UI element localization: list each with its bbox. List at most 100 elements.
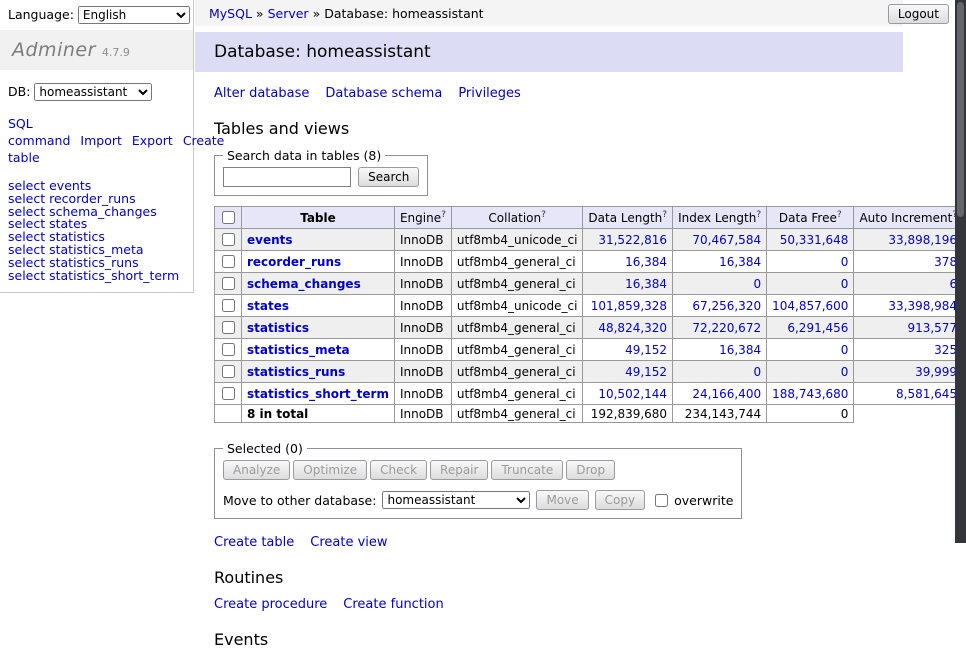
auto-increment-link[interactable]: 913,577	[907, 321, 957, 335]
data-length-link[interactable]: 49,152	[625, 365, 667, 379]
language-select[interactable]: English	[78, 6, 190, 24]
db-selector-row: DB:homeassistant	[0, 70, 193, 101]
sidebar-item-select-statistics-short-term[interactable]: select statistics_short_term	[8, 270, 185, 283]
engine-cell: InnoDB	[394, 361, 451, 383]
col-header-data-length: Data Length?	[583, 207, 673, 229]
copy-button[interactable]: Copy	[595, 490, 645, 510]
table-name-link[interactable]: statistics_short_term	[247, 387, 389, 401]
breadcrumb-server-link[interactable]: Server	[268, 6, 309, 21]
index-length-link[interactable]: 0	[753, 277, 761, 291]
data-free-link[interactable]: 104,857,600	[772, 299, 848, 313]
table-name-link[interactable]: recorder_runs	[247, 255, 341, 269]
table-name-link[interactable]: statistics_meta	[247, 343, 350, 357]
table-row: statistics_runs InnoDB utf8mb4_general_c…	[215, 361, 966, 383]
analyze-button[interactable]: Analyze	[223, 460, 290, 480]
routines-heading: Routines	[214, 568, 955, 587]
truncate-button[interactable]: Truncate	[491, 460, 563, 480]
data-length-link[interactable]: 49,152	[625, 343, 667, 357]
table-name-link[interactable]: states	[247, 299, 289, 313]
table-name-link[interactable]: events	[247, 233, 293, 247]
engine-help-link[interactable]: ?	[441, 210, 446, 220]
row-checkbox[interactable]	[222, 321, 235, 334]
search-input[interactable]	[223, 167, 351, 187]
engine-cell: InnoDB	[394, 339, 451, 361]
collation-cell: utf8mb4_general_ci	[451, 361, 583, 383]
alter-database-link[interactable]: Alter database	[214, 86, 309, 101]
index-length-link[interactable]: 16,384	[719, 343, 761, 357]
row-checkbox[interactable]	[222, 255, 235, 268]
auto-increment-link[interactable]: 33,898,196	[888, 233, 957, 247]
sidebar-link-import[interactable]: Import	[80, 133, 122, 148]
sidebar-link-sql-command[interactable]: SQL command	[8, 116, 70, 148]
vertical-scrollbar[interactable]	[955, 0, 966, 543]
auto-increment-link[interactable]: 325	[934, 343, 957, 357]
col-header-auto-increment: Auto Increment?	[854, 207, 963, 229]
data-length-link[interactable]: 101,859,328	[591, 299, 667, 313]
total-data-length: 192,839,680	[583, 405, 673, 423]
row-checkbox[interactable]	[222, 343, 235, 356]
table-row: statistics_meta InnoDB utf8mb4_general_c…	[215, 339, 966, 361]
table-name-link[interactable]: statistics	[247, 321, 309, 335]
create-procedure-link[interactable]: Create procedure	[214, 597, 327, 612]
breadcrumb-mysql-link[interactable]: MySQL	[209, 6, 252, 21]
collation-cell: utf8mb4_unicode_ci	[451, 295, 583, 317]
privileges-link[interactable]: Privileges	[458, 86, 521, 101]
sidebar-link-export[interactable]: Export	[132, 133, 173, 148]
logout-button[interactable]: Logout	[888, 4, 949, 24]
index-length-help-link[interactable]: ?	[756, 210, 761, 220]
table-row: recorder_runs InnoDB utf8mb4_general_ci …	[215, 251, 966, 273]
search-button[interactable]: Search	[358, 167, 419, 187]
index-length-link[interactable]: 16,384	[719, 255, 761, 269]
row-checkbox[interactable]	[222, 233, 235, 246]
auto-increment-link[interactable]: 33,398,984	[888, 299, 957, 313]
database-schema-link[interactable]: Database schema	[325, 86, 442, 101]
create-function-link[interactable]: Create function	[343, 597, 443, 612]
index-length-link[interactable]: 72,220,672	[692, 321, 761, 335]
index-length-link[interactable]: 0	[753, 365, 761, 379]
row-checkbox[interactable]	[222, 299, 235, 312]
check-button[interactable]: Check	[370, 460, 427, 480]
scrollbar-thumb[interactable]	[957, 2, 964, 217]
data-free-link[interactable]: 188,743,680	[772, 387, 848, 401]
overwrite-checkbox[interactable]	[655, 494, 668, 507]
data-length-link[interactable]: 48,824,320	[598, 321, 667, 335]
data-length-help-link[interactable]: ?	[662, 210, 667, 220]
data-length-link[interactable]: 10,502,144	[598, 387, 667, 401]
auto-increment-link[interactable]: 378	[934, 255, 957, 269]
table-name-link[interactable]: schema_changes	[247, 277, 361, 291]
table-name-link[interactable]: statistics_runs	[247, 365, 345, 379]
data-length-link[interactable]: 16,384	[625, 277, 667, 291]
row-checkbox[interactable]	[222, 387, 235, 400]
row-checkbox[interactable]	[222, 365, 235, 378]
index-length-link[interactable]: 24,166,400	[692, 387, 761, 401]
db-select[interactable]: homeassistant	[34, 83, 152, 101]
data-free-link[interactable]: 0	[841, 343, 849, 357]
data-free-link[interactable]: 0	[841, 365, 849, 379]
move-database-select[interactable]: homeassistant	[382, 491, 530, 509]
row-checkbox[interactable]	[222, 277, 235, 290]
drop-button[interactable]: Drop	[566, 460, 615, 480]
collation-cell: utf8mb4_unicode_ci	[451, 229, 583, 251]
data-free-link[interactable]: 6,291,456	[787, 321, 848, 335]
index-length-link[interactable]: 70,467,584	[692, 233, 761, 247]
auto-increment-link[interactable]: 39,999	[915, 365, 957, 379]
data-free-link[interactable]: 0	[841, 277, 849, 291]
table-row: statistics InnoDB utf8mb4_general_ci 48,…	[215, 317, 966, 339]
data-length-link[interactable]: 31,522,816	[598, 233, 667, 247]
selected-fieldset: Selected (0) AnalyzeOptimizeCheckRepairT…	[214, 441, 742, 519]
data-free-link[interactable]: 0	[841, 255, 849, 269]
collation-help-link[interactable]: ?	[541, 210, 546, 220]
database-actions: Alter database Database schema Privileges	[214, 86, 955, 101]
repair-button[interactable]: Repair	[430, 460, 488, 480]
select-all-checkbox[interactable]	[222, 211, 235, 224]
data-length-link[interactable]: 16,384	[625, 255, 667, 269]
data-free-link[interactable]: 50,331,648	[780, 233, 849, 247]
move-button[interactable]: Move	[536, 490, 588, 510]
data-free-help-link[interactable]: ?	[837, 210, 842, 220]
engine-cell: InnoDB	[394, 229, 451, 251]
optimize-button[interactable]: Optimize	[293, 460, 367, 480]
index-length-link[interactable]: 67,256,320	[692, 299, 761, 313]
app-version: 4.7.9	[102, 46, 130, 59]
total-collation: utf8mb4_general_ci	[451, 405, 583, 423]
auto-increment-link[interactable]: 8,581,645	[896, 387, 957, 401]
